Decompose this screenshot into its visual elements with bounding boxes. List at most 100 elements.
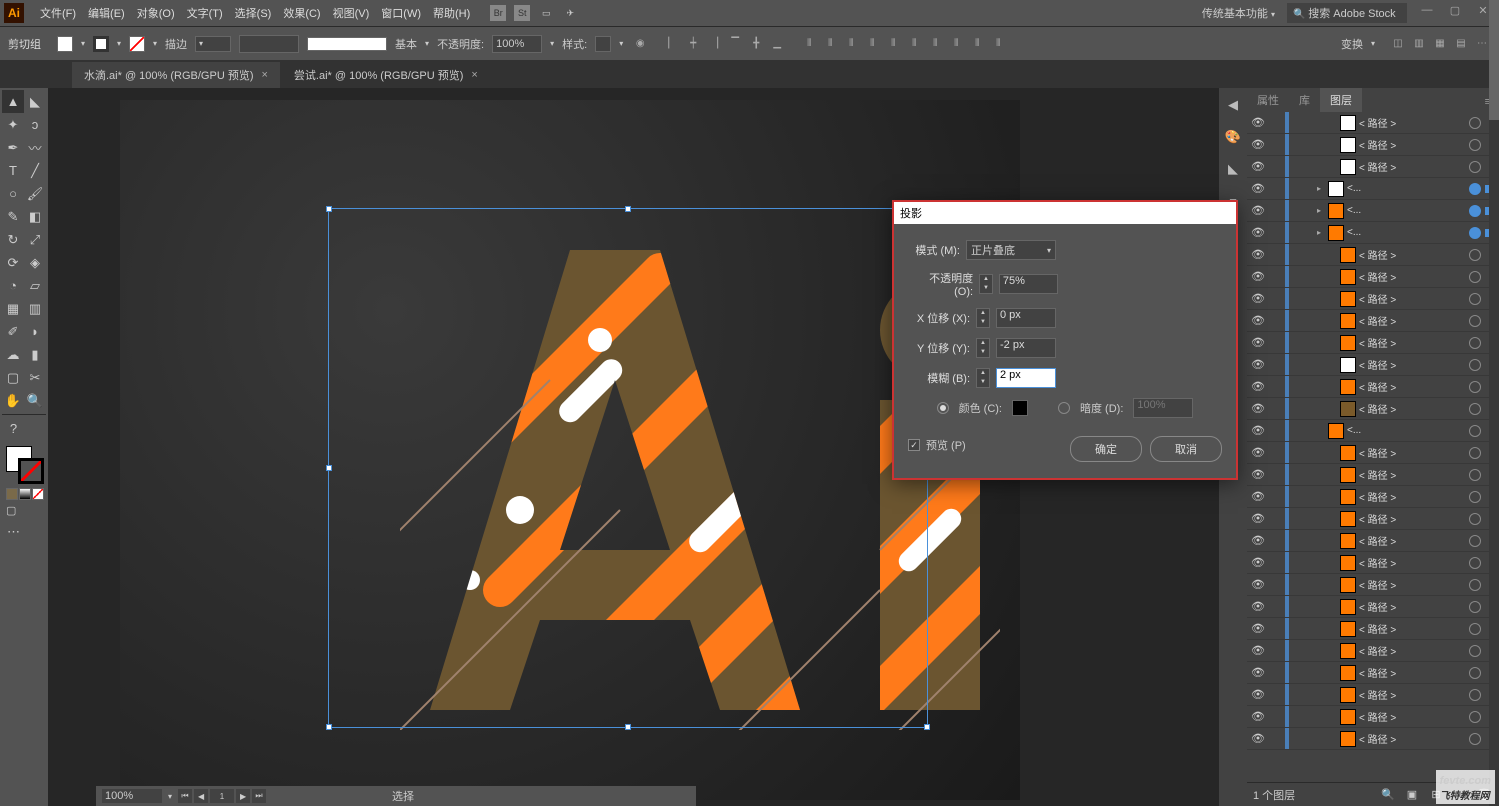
align-right[interactable]: ▕ [705,35,723,53]
visibility-toggle[interactable]: 👁 [1249,380,1267,393]
rotate-tool[interactable]: ↻ [2,228,24,251]
hand-tool[interactable]: ✋ [2,389,24,412]
menu-文件(F)[interactable]: 文件(F) [34,1,82,25]
target-icon[interactable] [1469,711,1481,723]
layer-row[interactable]: 👁< 路径 > [1247,684,1499,706]
target-icon[interactable] [1469,645,1481,657]
layer-row[interactable]: 👁< 路径 > [1247,398,1499,420]
last-artboard[interactable]: ⏭ [252,789,266,803]
target-icon[interactable] [1469,469,1481,481]
arrange-icon[interactable]: ▭ [538,5,554,21]
menu-窗口(W)[interactable]: 窗口(W) [375,1,427,25]
minimize-btn[interactable]: — [1415,4,1439,22]
target-icon[interactable] [1469,293,1481,305]
search-stock[interactable]: 🔍 搜索 Adobe Stock [1287,3,1407,23]
color-swatches[interactable] [2,446,46,486]
shadow-color-swatch[interactable] [1012,400,1028,416]
eraser-tool[interactable]: ◧ [24,205,46,228]
opacity-spinner[interactable]: ▲▼ [979,274,993,294]
visibility-toggle[interactable]: 👁 [1249,578,1267,591]
panel-tab-库[interactable]: 库 [1289,88,1320,112]
x-offset-input[interactable]: 0 px [996,308,1056,328]
visibility-toggle[interactable]: 👁 [1249,644,1267,657]
brush-tool[interactable]: 🖌 [24,182,46,205]
menu-对象(O)[interactable]: 对象(O) [131,1,181,25]
layer-row[interactable]: 👁< 路径 > [1247,530,1499,552]
direct-select-tool[interactable]: ◣ [24,90,46,113]
blur-input[interactable]: 2 px [996,368,1056,388]
cancel-button[interactable]: 取消 [1150,436,1222,462]
layer-row[interactable]: 👁< 路径 > [1247,244,1499,266]
layer-row[interactable]: 👁< 路径 > [1247,376,1499,398]
target-icon[interactable] [1469,579,1481,591]
visibility-toggle[interactable]: 👁 [1249,336,1267,349]
pen-tool[interactable]: ✒ [2,136,24,159]
mesh-tool[interactable]: ▦ [2,297,24,320]
preview-checkbox[interactable] [908,439,920,451]
ellipse-tool[interactable]: ○ [2,182,24,205]
target-icon[interactable] [1469,689,1481,701]
target-icon[interactable] [1469,513,1481,525]
target-icon[interactable] [1469,337,1481,349]
layer-row[interactable]: 👁< 路径 > [1247,310,1499,332]
tab-close-icon[interactable]: × [261,69,267,81]
visibility-toggle[interactable]: 👁 [1249,534,1267,547]
selection-tool[interactable]: ▲ [2,90,24,113]
layer-row[interactable]: 👁▸<... [1247,200,1499,222]
visibility-toggle[interactable]: 👁 [1249,424,1267,437]
layer-row[interactable]: 👁< 路径 > [1247,486,1499,508]
stroke-swatch[interactable] [129,36,145,52]
target-icon[interactable] [1469,161,1481,173]
target-icon[interactable] [1469,425,1481,437]
visibility-toggle[interactable]: 👁 [1249,358,1267,371]
transform-label[interactable]: 变换 [1341,36,1363,52]
shape-builder-tool[interactable]: ◔ [2,274,24,297]
gpu-icon[interactable]: ✈ [562,5,578,21]
blend-tool[interactable]: ◗ [24,320,46,343]
width-tool[interactable]: ⟳ [2,251,24,274]
stock-icon[interactable]: St [514,5,530,21]
expand-icon[interactable]: ▸ [1313,184,1325,193]
layers-list[interactable]: 👁< 路径 >👁< 路径 >👁< 路径 >👁▸<...👁▸<...👁▸<...👁… [1247,112,1499,782]
y-offset-input[interactable]: -2 px [996,338,1056,358]
target-icon[interactable] [1469,403,1481,415]
align-left[interactable]: ▏ [663,35,681,53]
target-icon[interactable] [1469,601,1481,613]
visibility-toggle[interactable]: 👁 [1249,182,1267,195]
visibility-toggle[interactable]: 👁 [1249,226,1267,239]
graph-tool[interactable]: ▮ [24,343,46,366]
layer-row[interactable]: 👁< 路径 > [1247,640,1499,662]
color-mode-btn[interactable] [6,488,18,500]
lasso-tool[interactable]: ɔ [24,113,46,136]
target-icon[interactable] [1469,733,1481,745]
layer-row[interactable]: 👁< 路径 > [1247,574,1499,596]
maximize-btn[interactable]: ▢ [1443,4,1467,22]
align-top[interactable]: ▔ [726,35,744,53]
layer-row[interactable]: 👁< 路径 > [1247,112,1499,134]
visibility-toggle[interactable]: 👁 [1249,710,1267,723]
menu-效果(C)[interactable]: 效果(C) [277,1,326,25]
target-icon[interactable] [1469,447,1481,459]
target-icon[interactable] [1469,667,1481,679]
visibility-toggle[interactable]: 👁 [1249,292,1267,305]
document-tab[interactable]: 尝试.ai* @ 100% (RGB/GPU 预览)× [282,62,490,88]
stroke-color[interactable] [18,458,44,484]
menu-文字(T)[interactable]: 文字(T) [181,1,229,25]
layer-row[interactable]: 👁< 路径 > [1247,332,1499,354]
slice-tool[interactable]: ✂ [24,366,46,389]
menu-视图(V)[interactable]: 视图(V) [327,1,376,25]
locate-layer-btn[interactable]: 🔍 [1379,786,1397,804]
target-icon[interactable] [1469,557,1481,569]
visibility-toggle[interactable]: 👁 [1249,402,1267,415]
gradient-mode-btn[interactable] [19,488,31,500]
blur-spinner[interactable]: ▲▼ [976,368,990,388]
visibility-toggle[interactable]: 👁 [1249,490,1267,503]
target-icon[interactable] [1469,535,1481,547]
eyedropper-tool[interactable]: ✐ [2,320,24,343]
expand-icon[interactable]: ▸ [1313,206,1325,215]
artboard-number[interactable]: 1 [210,789,234,803]
artboard-tool[interactable]: ▢ [2,366,24,389]
layer-row[interactable]: 👁< 路径 > [1247,706,1499,728]
zoom-level[interactable]: 100% [102,789,162,803]
visibility-toggle[interactable]: 👁 [1249,446,1267,459]
